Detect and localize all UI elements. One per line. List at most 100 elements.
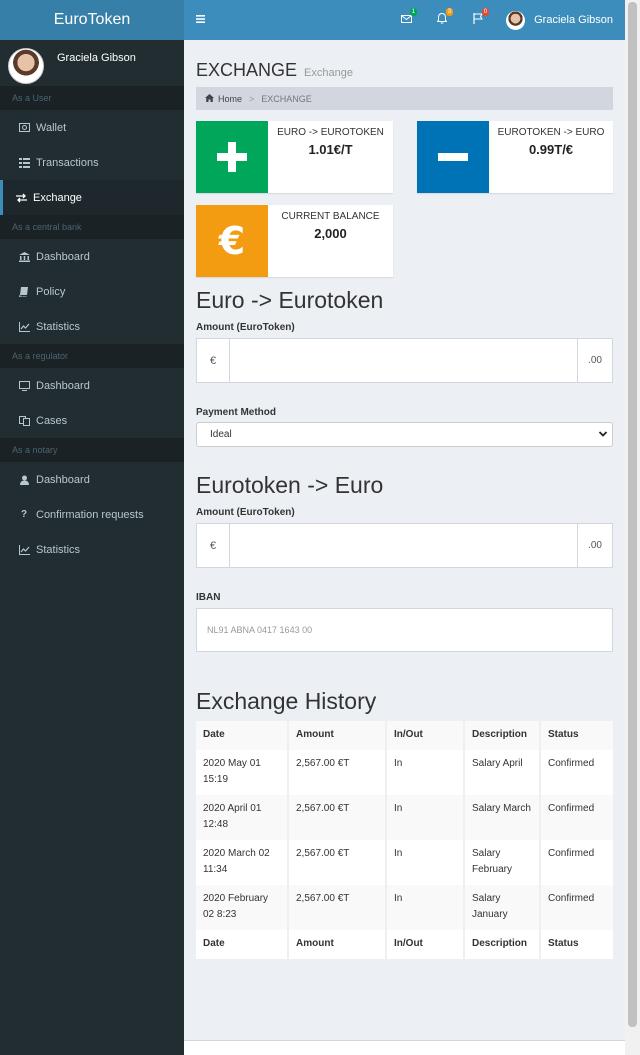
history-table: Date Amount In/Out Description Status 20… [196,721,613,959]
header-user-name: Graciela Gibson [534,14,613,26]
payment-method-select[interactable]: Ideal [196,422,613,447]
book-icon [18,286,30,298]
plus-icon [196,121,268,193]
page-title: EXCHANGE Exchange [196,60,613,81]
sidebar-item-label: Dashboard [36,379,90,392]
cell-direction: In [386,795,465,840]
decimals-suffix: .00 [577,339,612,382]
sidebar-item-label: Statistics [36,543,81,556]
table-row[interactable]: 2020 February 02 8:23 2,567.00 €T In Sal… [196,885,613,930]
cell-amount: 2,567.00 €T [288,750,387,795]
tasks-button[interactable]: 0 [460,0,496,40]
messages-button[interactable]: 1 [388,0,424,40]
column-footer: Description [464,930,541,959]
sidebar-item-cases[interactable]: Cases [0,403,184,438]
sidebar-item-cb-statistics[interactable]: Statistics [0,309,184,344]
column-footer: In/Out [386,930,465,959]
sidebar-item-exchange[interactable]: Exchange [0,180,184,215]
line-chart-icon [18,544,30,556]
cell-date: 2020 April 01 12:48 [196,795,289,840]
cell-description: Salary January [464,885,541,930]
euro-icon: € [196,205,268,277]
buy-rate-value: 1.01€/T [308,142,353,157]
sell-form: Eurotoken -> Euro Amount (EuroToken) € .… [196,472,613,652]
sidebar-item-cb-dashboard[interactable]: Dashboard [0,239,184,274]
cell-date: 2020 February 02 8:23 [196,885,289,930]
sidebar-item-label: Wallet [36,121,67,134]
cell-description: Salary February [464,840,541,885]
sell-amount-input[interactable] [230,524,577,567]
notifications-button[interactable]: 3 [424,0,460,40]
column-header: Amount [288,721,387,750]
sell-amount-group: € .00 [196,523,613,568]
sidebar-item-transactions[interactable]: Transactions [0,145,184,180]
cell-direction: In [386,840,465,885]
table-row[interactable]: 2020 April 01 12:48 2,567.00 €T In Salar… [196,795,613,840]
section-header-notary: As a notary [0,438,184,462]
bars-icon[interactable] [196,14,206,26]
sidebar-item-notary-dashboard[interactable]: Dashboard [0,462,184,497]
sidebar-item-confirmation-requests[interactable]: ? Confirmation requests [0,497,184,532]
breadcrumb-home[interactable]: Home [218,94,242,104]
table-header-row: Date Amount In/Out Description Status [196,721,613,750]
avatar [506,10,526,30]
table-row[interactable]: 2020 May 01 15:19 2,567.00 €T In Salary … [196,750,613,795]
list-icon [18,157,30,169]
main-content: EXCHANGE Exchange Home > EXCHANGE EURO -… [184,40,625,1055]
column-footer: Amount [288,930,387,959]
sidebar-item-reg-dashboard[interactable]: Dashboard [0,368,184,403]
cell-date: 2020 March 02 11:34 [196,840,289,885]
bank-icon [18,251,30,263]
messages-badge: 1 [409,8,418,16]
user-name: Graciela Gibson [57,52,136,64]
cell-status: Confirmed [548,893,595,904]
table-row[interactable]: 2020 March 02 11:34 2,567.00 €T In Salar… [196,840,613,885]
scrollbar-thumb[interactable] [628,2,637,1027]
top-navbar: 1 3 0 Graciela Gibson [184,0,625,40]
cell-description: Salary April [464,750,541,795]
tasks-badge: 0 [481,8,490,16]
cell-description: Salary March [464,795,541,840]
sidebar-item-label: Exchange [33,191,82,204]
payment-method-value: Ideal [210,429,232,440]
sidebar-item-policy[interactable]: Policy [0,274,184,309]
euro-prefix: € [197,524,230,567]
buy-form: Euro -> Eurotoken Amount (EuroToken) € .… [196,287,613,447]
sidebar-item-label: Dashboard [36,250,90,263]
question-icon: ? [20,509,28,520]
buy-amount-label: Amount (EuroToken) [196,322,295,333]
user-panel: Graciela Gibson [0,40,184,86]
sidebar-item-label: Policy [36,285,66,298]
bell-icon [436,12,448,27]
cell-amount: 2,567.00 €T [288,795,387,840]
sidebar-item-label: Statistics [36,320,81,333]
buy-amount-input[interactable] [230,339,577,382]
column-footer: Date [196,930,289,959]
home-icon [205,93,214,104]
exchange-history: Exchange History Date Amount In/Out Desc… [196,688,613,959]
section-header-user: As a User [0,86,184,110]
chevron-down-icon [598,429,608,442]
section-header-central-bank: As a central bank [0,215,184,239]
table-footer-row: Date Amount In/Out Description Status [196,930,613,959]
payment-method-label: Payment Method [196,407,277,418]
iban-input[interactable]: NL91 ABNA 0417 1643 00 [196,608,613,652]
sidebar-item-wallet[interactable]: Wallet [0,110,184,145]
line-chart-icon [18,321,30,333]
cell-amount: 2,567.00 €T [288,840,387,885]
app-logo[interactable]: EuroToken [0,0,184,40]
desktop-icon [18,380,30,392]
sidebar: EuroToken Graciela Gibson As a User Wall… [0,0,184,1055]
breadcrumb-separator: > [249,93,255,104]
user-menu[interactable]: Graciela Gibson [496,10,625,30]
history-heading: Exchange History [196,688,377,714]
info-boxes: EURO -> EUROTOKEN 1.01€/T EUROTOKEN -> E… [196,121,613,277]
breadcrumb: Home > EXCHANGE [196,87,613,110]
sidebar-item-notary-statistics[interactable]: Statistics [0,532,184,567]
buy-amount-group: € .00 [196,338,613,383]
navbar-right: 1 3 0 Graciela Gibson [388,0,625,40]
footer [184,1040,625,1055]
cell-direction: In [386,885,465,930]
exchange-icon [15,192,27,204]
page-scrollbar[interactable] [625,0,640,1055]
